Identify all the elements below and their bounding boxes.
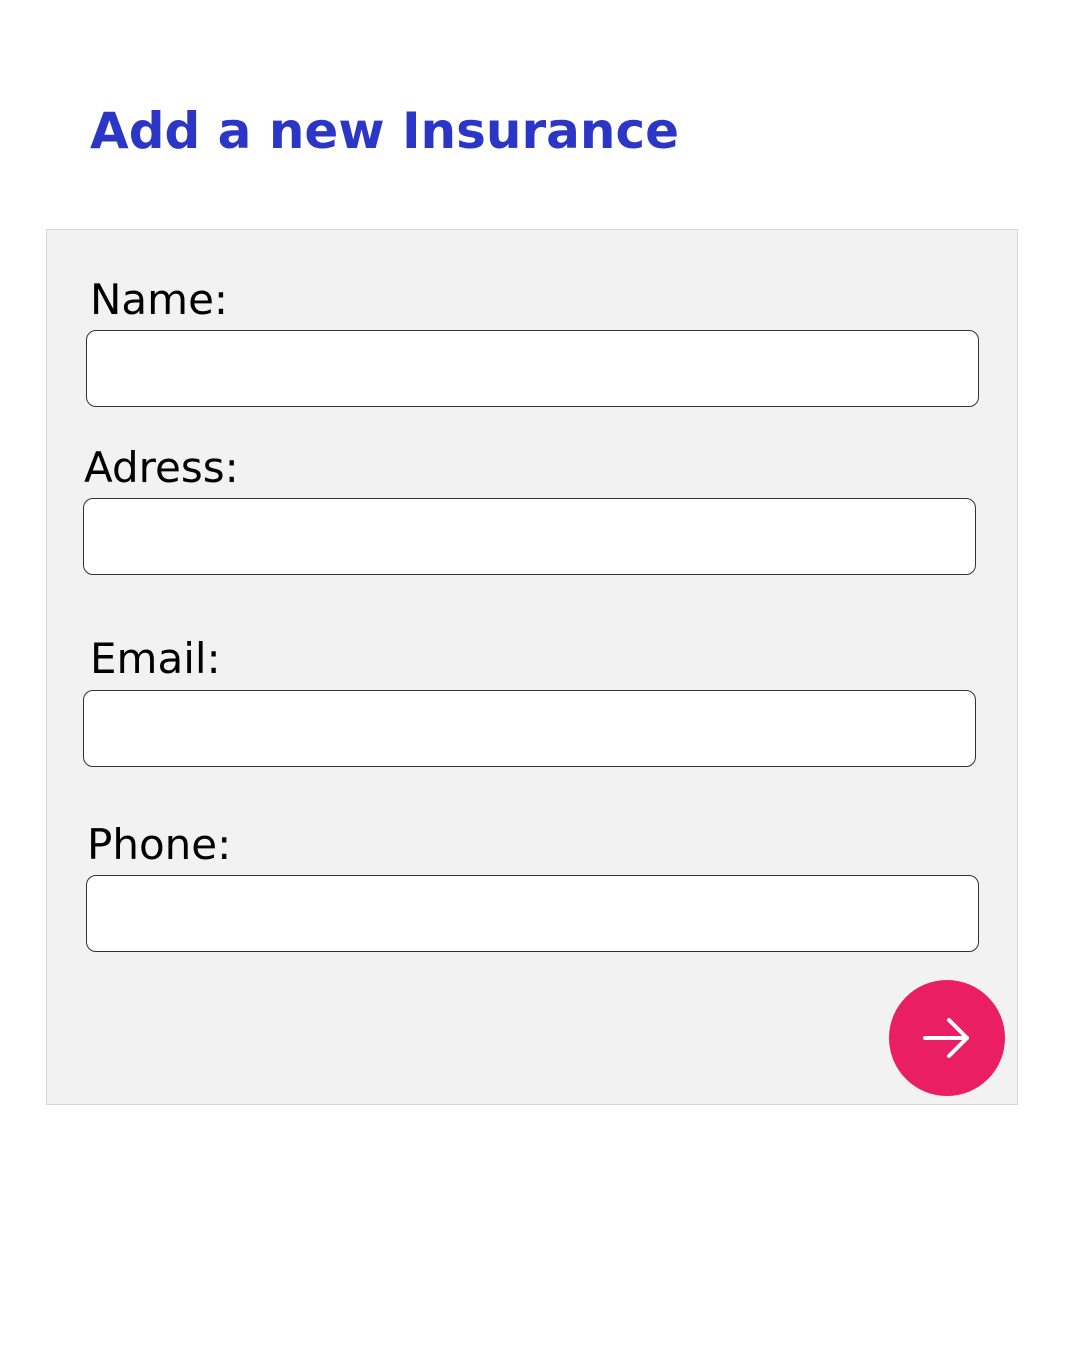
phone-input[interactable] — [86, 875, 979, 952]
submit-button[interactable] — [889, 980, 1005, 1096]
arrow-right-icon — [923, 1018, 969, 1058]
email-input[interactable] — [83, 690, 976, 767]
insurance-form: Name: Adress: Email: Phone: — [46, 229, 1018, 1105]
name-input[interactable] — [86, 330, 979, 407]
phone-label: Phone: — [87, 820, 232, 869]
address-input[interactable] — [83, 498, 976, 575]
address-label: Adress: — [84, 443, 239, 492]
email-label: Email: — [90, 634, 221, 683]
name-label: Name: — [90, 275, 229, 324]
page-title: Add a new Insurance — [90, 102, 680, 160]
